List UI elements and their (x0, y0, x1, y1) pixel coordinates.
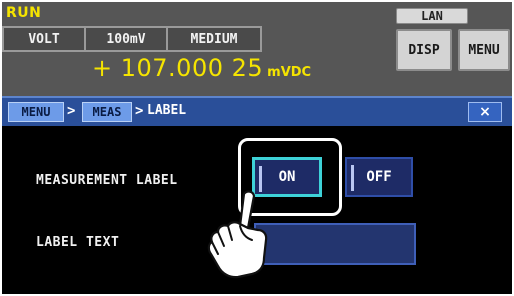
reading-unit: mVDC (267, 65, 312, 80)
on-label: ON (278, 169, 296, 185)
breadcrumb-meas-button[interactable]: MEAS (82, 102, 132, 122)
breadcrumb-current-page: LABEL (147, 103, 187, 118)
off-label: OFF (366, 169, 392, 185)
breadcrumb-separator: > (67, 103, 76, 119)
disp-button[interactable]: DISP (396, 29, 452, 71)
lan-indicator: LAN (396, 8, 468, 24)
hand-pointer-icon (207, 190, 268, 279)
status-header: RUN LAN VOLT 100mV MEDIUM + 107.000 25 m… (2, 2, 512, 96)
toggle-indicator (351, 165, 354, 191)
measurement-label-heading: MEASUREMENT LABEL (36, 173, 178, 188)
menu-button[interactable]: MENU (458, 29, 510, 71)
breadcrumb-menu-button[interactable]: MENU (8, 102, 64, 122)
run-status: RUN (6, 5, 42, 21)
measurement-label-off-button[interactable]: OFF (345, 157, 413, 197)
breadcrumb: MENU > MEAS > LABEL × (2, 96, 512, 126)
instrument-screen: RUN LAN VOLT 100mV MEDIUM + 107.000 25 m… (2, 2, 512, 294)
function-indicator[interactable]: VOLT (2, 26, 86, 52)
measurement-settings-row: VOLT 100mV MEDIUM (2, 26, 262, 52)
measurement-reading: + 107.000 25 mVDC (92, 54, 311, 86)
breadcrumb-separator: > (135, 103, 144, 119)
range-indicator[interactable]: 100mV (86, 26, 168, 52)
label-text-field[interactable] (254, 223, 416, 265)
speed-indicator[interactable]: MEDIUM (168, 26, 262, 52)
close-icon[interactable]: × (468, 102, 502, 122)
reading-value: + 107.000 25 (92, 54, 264, 82)
label-text-heading: LABEL TEXT (36, 235, 120, 250)
